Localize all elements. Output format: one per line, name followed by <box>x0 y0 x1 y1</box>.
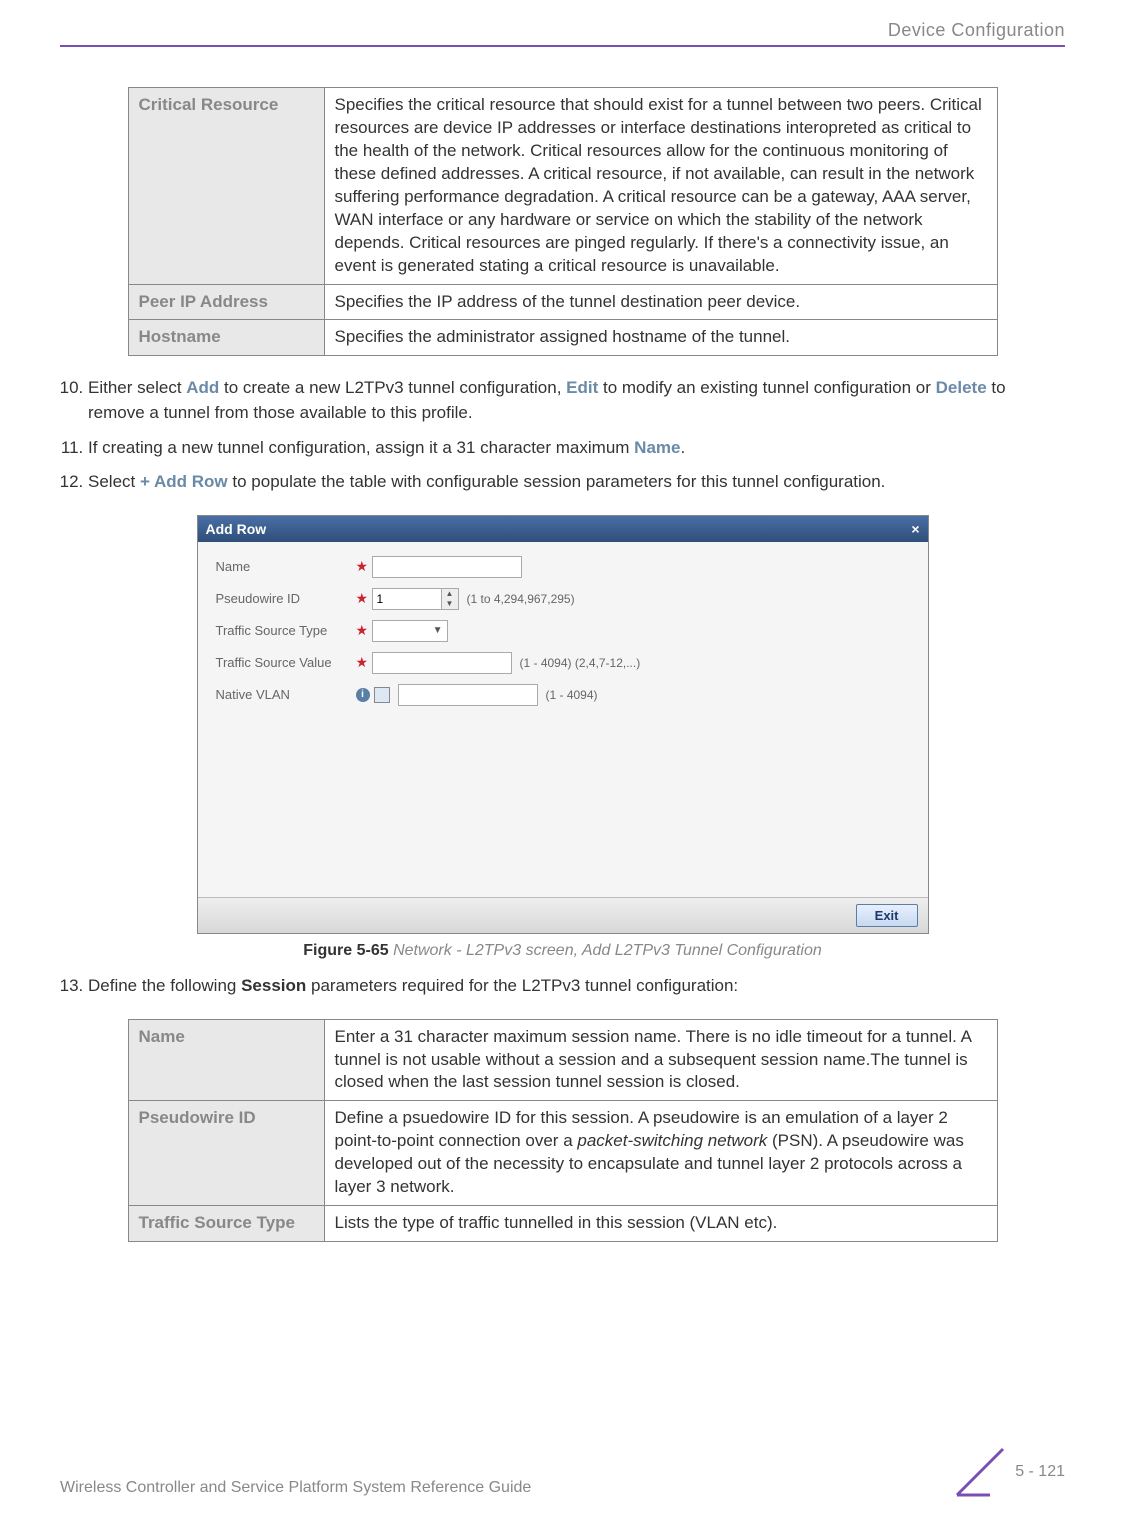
exit-button[interactable]: Exit <box>856 904 918 927</box>
step-list: Either select Add to create a new L2TPv3… <box>60 376 1065 495</box>
chevron-down-icon: ▼ <box>433 625 443 636</box>
required-star-icon: ★ <box>356 590 372 607</box>
row-desc: Specifies the administrator assigned hos… <box>324 320 997 356</box>
traffic-source-type-select[interactable]: ▼ <box>372 620 448 642</box>
dialog-titlebar: Add Row × <box>198 516 928 542</box>
chevron-up-icon[interactable]: ▲ <box>442 589 458 599</box>
form-row-tsval: Traffic Source Value ★ (1 - 4094) (2,4,7… <box>216 652 910 674</box>
form-row-native: Native VLAN i (1 - 4094) <box>216 684 910 706</box>
table-row: Name Enter a 31 character maximum sessio… <box>128 1019 997 1101</box>
form-row-tstype: Traffic Source Type ★ ▼ <box>216 620 910 642</box>
keyword-session: Session <box>241 976 306 995</box>
footer-page-number-wrap: 5 - 121 <box>955 1447 1065 1497</box>
dialog-body: Name ★ Pseudowire ID ★ ▲▼ (1 to 4,294,96… <box>198 542 928 897</box>
row-desc: Specifies the IP address of the tunnel d… <box>324 284 997 320</box>
field-label: Traffic Source Type <box>216 623 356 638</box>
row-desc: Specifies the critical resource that sho… <box>324 88 997 285</box>
spinner-arrows[interactable]: ▲▼ <box>442 588 459 610</box>
table-row: Pseudowire ID Define a psuedowire ID for… <box>128 1101 997 1206</box>
dialog-title-text: Add Row <box>206 521 267 537</box>
footer-guide-title: Wireless Controller and Service Platform… <box>60 1479 531 1497</box>
table-row: Traffic Source Type Lists the type of tr… <box>128 1206 997 1242</box>
row-label: Critical Resource <box>128 88 324 285</box>
required-star-icon: ★ <box>356 558 372 575</box>
pseudowire-id-input[interactable] <box>372 588 442 610</box>
form-row-name: Name ★ <box>216 556 910 578</box>
page-footer: Wireless Controller and Service Platform… <box>60 1447 1065 1497</box>
keyword-edit: Edit <box>566 378 598 397</box>
step-text: If creating a new tunnel configuration, … <box>88 438 634 457</box>
dialog-footer: Exit <box>198 897 928 933</box>
figure-title: Network - L2TPv3 screen, Add L2TPv3 Tunn… <box>393 942 822 959</box>
row-desc: Define a psuedowire ID for this session.… <box>324 1101 997 1206</box>
figure-number: Figure 5-65 <box>303 942 388 959</box>
step-text: to modify an existing tunnel configurati… <box>598 378 935 397</box>
row-desc: Enter a 31 character maximum session nam… <box>324 1019 997 1101</box>
row-desc: Lists the type of traffic tunnelled in t… <box>324 1206 997 1242</box>
keyword-add: Add <box>186 378 219 397</box>
row-label: Traffic Source Type <box>128 1206 324 1242</box>
table-row: Hostname Specifies the administrator ass… <box>128 320 997 356</box>
step-11: If creating a new tunnel configuration, … <box>88 436 1065 461</box>
close-icon[interactable]: × <box>911 521 919 537</box>
step-text: to populate the table with configurable … <box>228 472 886 491</box>
header-section: Device Configuration <box>60 20 1065 41</box>
step-12: Select + Add Row to populate the table w… <box>88 470 1065 495</box>
row-label: Name <box>128 1019 324 1101</box>
row-label: Pseudowire ID <box>128 1101 324 1206</box>
field-hint: (1 - 4094) (2,4,7-12,...) <box>520 656 641 670</box>
info-icon[interactable]: i <box>356 688 370 702</box>
form-row-pseudo: Pseudowire ID ★ ▲▼ (1 to 4,294,967,295) <box>216 588 910 610</box>
row-label: Hostname <box>128 320 324 356</box>
field-hint: (1 - 4094) <box>546 688 598 702</box>
footer-page-number: 5 - 121 <box>1015 1463 1065 1481</box>
chevron-down-icon[interactable]: ▼ <box>442 599 458 609</box>
step-list-2: Define the following Session parameters … <box>60 974 1065 999</box>
required-star-icon: ★ <box>356 622 372 639</box>
traffic-source-value-input[interactable] <box>372 652 512 674</box>
step-text: Either select <box>88 378 186 397</box>
step-text: to create a new L2TPv3 tunnel configurat… <box>219 378 566 397</box>
field-label: Traffic Source Value <box>216 655 356 670</box>
step-text: Define the following <box>88 976 241 995</box>
keyword-add-row: + Add Row <box>140 472 228 491</box>
figure-wrap: Add Row × Name ★ Pseudowire ID ★ ▲▼ (1 t… <box>60 515 1065 934</box>
step-text: parameters required for the L2TPv3 tunne… <box>306 976 738 995</box>
step-10: Either select Add to create a new L2TPv3… <box>88 376 1065 425</box>
table-row: Critical Resource Specifies the critical… <box>128 88 997 285</box>
native-vlan-input[interactable] <box>398 684 538 706</box>
figure-caption: Figure 5-65 Network - L2TPv3 screen, Add… <box>60 942 1065 960</box>
native-vlan-checkbox[interactable] <box>374 687 390 703</box>
field-label: Native VLAN <box>216 687 356 702</box>
keyword-name: Name <box>634 438 680 457</box>
step-13: Define the following Session parameters … <box>88 974 1065 999</box>
row-label: Peer IP Address <box>128 284 324 320</box>
name-input[interactable] <box>372 556 522 578</box>
definition-table-1: Critical Resource Specifies the critical… <box>128 87 998 356</box>
keyword-delete: Delete <box>936 378 987 397</box>
definition-table-2: Name Enter a 31 character maximum sessio… <box>128 1019 998 1243</box>
required-star-icon: ★ <box>356 654 372 671</box>
field-label: Pseudowire ID <box>216 591 356 606</box>
step-text: Select <box>88 472 140 491</box>
page-corner-icon <box>955 1447 1005 1497</box>
add-row-dialog: Add Row × Name ★ Pseudowire ID ★ ▲▼ (1 t… <box>197 515 929 934</box>
step-text: . <box>680 438 685 457</box>
header-rule <box>60 45 1065 47</box>
pseudowire-id-spinner[interactable]: ▲▼ <box>372 588 459 610</box>
field-hint: (1 to 4,294,967,295) <box>467 592 575 606</box>
table-row: Peer IP Address Specifies the IP address… <box>128 284 997 320</box>
field-label: Name <box>216 559 356 574</box>
